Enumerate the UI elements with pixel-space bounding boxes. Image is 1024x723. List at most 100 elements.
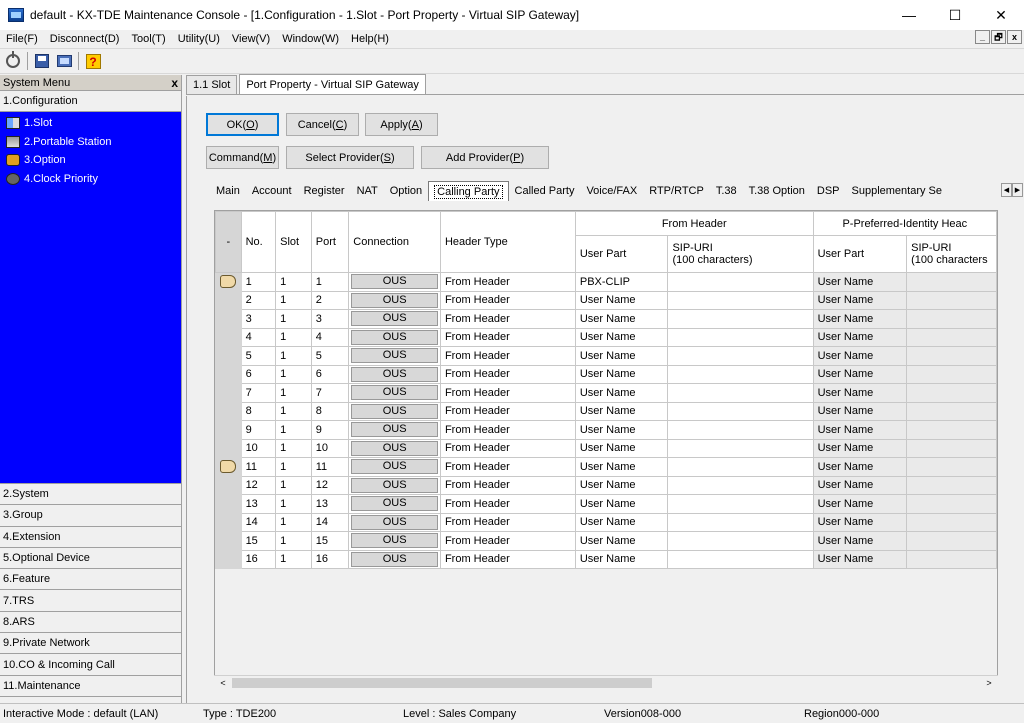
save-button[interactable]: [31, 51, 53, 71]
tab-register[interactable]: Register: [298, 182, 351, 200]
tab-main[interactable]: Main: [210, 182, 246, 200]
cell-user-part[interactable]: User Name: [574, 346, 669, 366]
row-selector[interactable]: [215, 457, 242, 477]
tab-t38[interactable]: T.38: [710, 182, 743, 200]
cell-connection[interactable]: OUS: [348, 364, 441, 384]
cell-sip-uri[interactable]: [667, 346, 814, 366]
table-row[interactable]: 5 1 5 OUS From Header User Name User Name: [215, 346, 997, 366]
select-provider-button[interactable]: Select Provider(S): [286, 146, 414, 169]
row-selector[interactable]: [215, 475, 242, 495]
cell-header-type[interactable]: From Header: [439, 327, 576, 347]
table-row[interactable]: 9 1 9 OUS From Header User Name User Name: [215, 420, 997, 440]
cell-sip-uri[interactable]: [667, 327, 814, 347]
cell-ppi-sip-uri[interactable]: [906, 272, 997, 292]
cell-connection[interactable]: OUS: [348, 457, 441, 477]
cell-connection[interactable]: OUS: [348, 346, 441, 366]
table-row[interactable]: 16 1 16 OUS From Header User Name User Name: [215, 549, 997, 569]
cell-ppi-user-part[interactable]: User Name: [812, 272, 908, 292]
cell-connection[interactable]: OUS: [348, 272, 441, 292]
tab-nat[interactable]: NAT: [351, 182, 384, 200]
row-selector[interactable]: [215, 438, 242, 458]
table-row[interactable]: 3 1 3 OUS From Header User Name User Name: [215, 309, 997, 329]
cell-connection[interactable]: OUS: [348, 438, 441, 458]
row-selector[interactable]: [215, 401, 242, 421]
menu-section-feature[interactable]: 6.Feature: [0, 569, 181, 591]
cell-ppi-sip-uri[interactable]: [906, 290, 997, 310]
table-row[interactable]: 6 1 6 OUS From Header User Name User Name: [215, 364, 997, 384]
cell-ppi-sip-uri[interactable]: [906, 531, 997, 551]
cell-header-type[interactable]: From Header: [439, 438, 576, 458]
tab-slot[interactable]: 1.1 Slot: [186, 75, 238, 94]
table-row[interactable]: 2 1 2 OUS From Header User Name User Name: [215, 290, 997, 310]
cell-header-type[interactable]: From Header: [439, 457, 576, 477]
cell-connection[interactable]: OUS: [348, 309, 441, 329]
mdi-minimize-button[interactable]: _: [975, 30, 990, 44]
scroll-thumb[interactable]: [232, 678, 652, 688]
cell-user-part[interactable]: PBX-CLIP: [574, 272, 669, 292]
cell-user-part[interactable]: User Name: [574, 475, 669, 495]
cell-sip-uri[interactable]: [667, 549, 814, 569]
tree-item-option[interactable]: 3.Option: [0, 151, 181, 170]
table-row[interactable]: 7 1 7 OUS From Header User Name User Name: [215, 383, 997, 403]
cell-ppi-user-part[interactable]: User Name: [812, 290, 908, 310]
cell-ppi-user-part[interactable]: User Name: [812, 309, 908, 329]
cell-sip-uri[interactable]: [667, 364, 814, 384]
tab-rtp-rtcp[interactable]: RTP/RTCP: [643, 182, 710, 200]
cell-ppi-sip-uri[interactable]: [906, 346, 997, 366]
cell-ppi-sip-uri[interactable]: [906, 309, 997, 329]
table-row[interactable]: 15 1 15 OUS From Header User Name User Name: [215, 531, 997, 551]
tab-supplementary-service[interactable]: Supplementary Se: [846, 182, 949, 200]
table-row[interactable]: 4 1 4 OUS From Header User Name User Name: [215, 327, 997, 347]
cell-ppi-sip-uri[interactable]: [906, 549, 997, 569]
cell-sip-uri[interactable]: [667, 494, 814, 514]
cell-connection[interactable]: OUS: [348, 475, 441, 495]
menu-section-group[interactable]: 3.Group: [0, 505, 181, 527]
cell-header-type[interactable]: From Header: [439, 512, 576, 532]
scroll-right-button[interactable]: >: [981, 676, 997, 690]
cell-header-type[interactable]: From Header: [439, 383, 576, 403]
cell-connection[interactable]: OUS: [348, 327, 441, 347]
cell-ppi-sip-uri[interactable]: [906, 327, 997, 347]
cell-ppi-sip-uri[interactable]: [906, 401, 997, 421]
tab-voice-fax[interactable]: Voice/FAX: [580, 182, 643, 200]
cell-ppi-sip-uri[interactable]: [906, 457, 997, 477]
mdi-close-button[interactable]: x: [1007, 30, 1022, 44]
tree-item-clock-priority[interactable]: 4.Clock Priority: [0, 170, 181, 189]
cell-connection[interactable]: OUS: [348, 531, 441, 551]
apply-button[interactable]: Apply(A): [365, 113, 438, 136]
cell-ppi-sip-uri[interactable]: [906, 494, 997, 514]
tab-account[interactable]: Account: [246, 182, 298, 200]
cell-sip-uri[interactable]: [667, 401, 814, 421]
menu-help[interactable]: Help(H): [345, 33, 395, 45]
menu-disconnect[interactable]: Disconnect(D): [44, 33, 126, 45]
monitor-button[interactable]: [53, 51, 75, 71]
row-selector[interactable]: [215, 383, 242, 403]
cell-connection[interactable]: OUS: [348, 383, 441, 403]
cell-connection[interactable]: OUS: [348, 549, 441, 569]
cell-ppi-sip-uri[interactable]: [906, 364, 997, 384]
cell-sip-uri[interactable]: [667, 272, 814, 292]
cell-user-part[interactable]: User Name: [574, 512, 669, 532]
cell-user-part[interactable]: User Name: [574, 494, 669, 514]
row-selector[interactable]: [215, 420, 242, 440]
table-row[interactable]: 1 1 1 OUS From Header PBX-CLIP User Name: [215, 272, 997, 292]
tree-item-portable-station[interactable]: 2.Portable Station: [0, 133, 181, 152]
menu-section-system[interactable]: 2.System: [0, 484, 181, 506]
cell-sip-uri[interactable]: [667, 531, 814, 551]
table-row[interactable]: 10 1 10 OUS From Header User Name User Name: [215, 438, 997, 458]
menu-utility[interactable]: Utility(U): [172, 33, 226, 45]
row-selector[interactable]: [215, 531, 242, 551]
cell-ppi-user-part[interactable]: User Name: [812, 494, 908, 514]
cell-sip-uri[interactable]: [667, 438, 814, 458]
cell-ppi-user-part[interactable]: User Name: [812, 420, 908, 440]
ok-button[interactable]: OK(O): [206, 113, 279, 136]
cell-ppi-sip-uri[interactable]: [906, 420, 997, 440]
cell-user-part[interactable]: User Name: [574, 383, 669, 403]
tab-called-party[interactable]: Called Party: [509, 182, 581, 200]
cell-sip-uri[interactable]: [667, 457, 814, 477]
cell-sip-uri[interactable]: [667, 420, 814, 440]
cell-ppi-user-part[interactable]: User Name: [812, 383, 908, 403]
cell-header-type[interactable]: From Header: [439, 401, 576, 421]
cell-ppi-sip-uri[interactable]: [906, 512, 997, 532]
table-row[interactable]: 14 1 14 OUS From Header User Name User Name: [215, 512, 997, 532]
